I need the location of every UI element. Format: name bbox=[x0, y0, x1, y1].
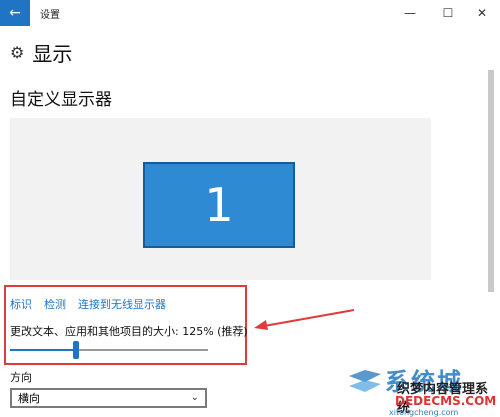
watermark-line3: DEDECMS.COM bbox=[395, 394, 497, 408]
connect-wireless-display-link[interactable]: 连接到无线显示器 bbox=[78, 296, 166, 312]
maximize-button[interactable]: ☐ bbox=[430, 0, 466, 26]
minimize-button[interactable]: — bbox=[392, 0, 428, 26]
window-title: 设置 bbox=[40, 10, 60, 21]
scale-slider[interactable] bbox=[10, 341, 208, 359]
back-arrow-icon: ← bbox=[9, 5, 21, 21]
maximize-icon: ☐ bbox=[442, 6, 454, 20]
orientation-label: 方向 bbox=[10, 371, 32, 384]
identify-link[interactable]: 标识 bbox=[10, 296, 32, 312]
close-button[interactable]: ✕ bbox=[464, 0, 500, 26]
orientation-dropdown[interactable]: 横向 ⌄ bbox=[10, 388, 207, 408]
close-icon: ✕ bbox=[476, 6, 488, 20]
slider-fill bbox=[10, 349, 73, 351]
display-preview-area: 1 bbox=[10, 118, 431, 280]
title-bar: ← 设置 — ☐ ✕ bbox=[0, 0, 500, 26]
monitor-1-tile[interactable]: 1 bbox=[143, 162, 295, 248]
monitor-number: 1 bbox=[204, 178, 234, 232]
display-links: 标识 检测 连接到无线显示器 bbox=[10, 296, 166, 312]
minimize-icon: — bbox=[404, 6, 416, 20]
slider-thumb[interactable] bbox=[73, 341, 79, 359]
watermark-logo-icon bbox=[349, 370, 381, 392]
page-title: 显示 bbox=[32, 42, 73, 66]
back-button[interactable]: ← bbox=[0, 0, 30, 26]
gear-icon: ⚙ bbox=[10, 43, 25, 62]
watermark: 系统城 织梦内容管理系统 DEDECMS.COM xitongcheng.com bbox=[345, 360, 497, 417]
detect-link[interactable]: 检测 bbox=[44, 296, 66, 312]
scrollbar[interactable] bbox=[488, 70, 494, 292]
annotation-arrow bbox=[254, 309, 355, 330]
page-heading: ⚙ 显示 bbox=[10, 38, 72, 67]
section-title: 自定义显示器 bbox=[10, 90, 112, 110]
scale-label: 更改文本、应用和其他项目的大小: 125% (推荐) bbox=[10, 325, 248, 338]
orientation-selected-value: 横向 bbox=[18, 392, 40, 405]
chevron-down-icon: ⌄ bbox=[190, 392, 199, 403]
watermark-url: xitongcheng.com bbox=[389, 408, 459, 417]
